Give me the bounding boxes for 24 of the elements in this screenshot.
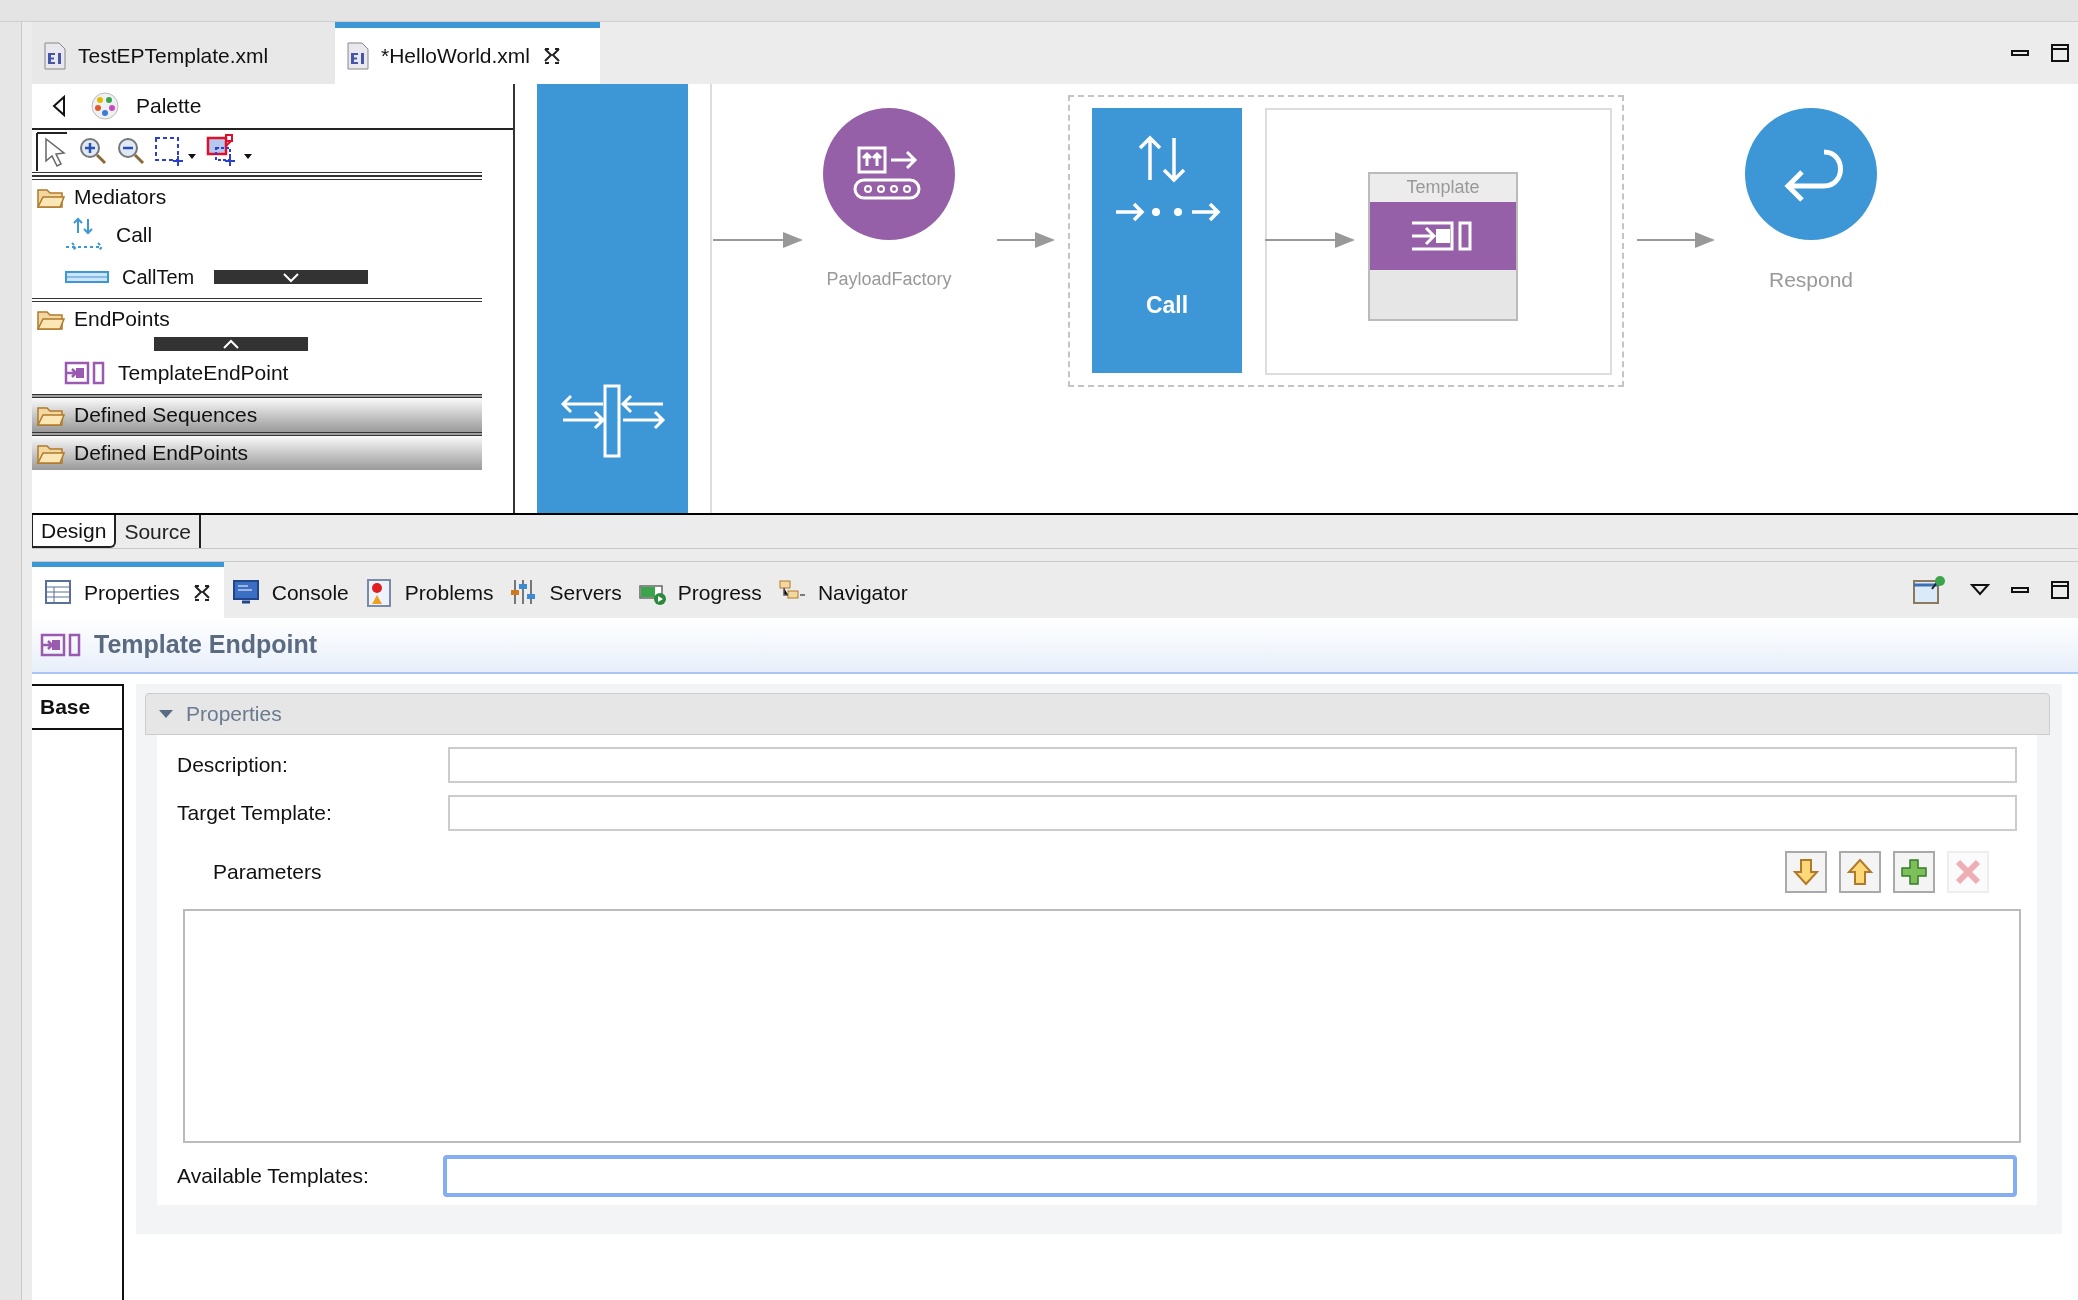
editor-mode-tab[interactable]: Design — [32, 515, 117, 548]
palette-title: Palette — [136, 93, 202, 120]
editor-tab[interactable]: *HelloWorld.xml — [335, 22, 600, 84]
palette-item[interactable]: TemplateEndPoint — [118, 357, 289, 389]
properties-title: Template Endpoint — [94, 629, 318, 661]
field-label: Description: — [177, 752, 289, 779]
view-tab[interactable]: Servers — [501, 562, 630, 618]
side-tab[interactable]: Base — [32, 684, 124, 730]
palette-drawer[interactable]: Defined EndPoints — [32, 432, 482, 470]
node-label: Respond — [1767, 267, 1855, 293]
palette-item[interactable]: Call — [116, 219, 153, 251]
node-label: PayloadFactory — [825, 268, 953, 291]
view-tab[interactable]: Navigator — [769, 562, 916, 618]
section-header[interactable]: Properties — [145, 693, 2050, 735]
field-label: Available Templates: — [177, 1163, 370, 1190]
parameters-label: Parameters — [213, 859, 322, 886]
view-tab[interactable]: Properties — [32, 562, 224, 618]
palette-drawer[interactable]: Defined Sequences — [32, 394, 482, 432]
view-tab[interactable]: Console — [223, 562, 357, 618]
editor-tab[interactable]: TestEPTemplate.xml — [32, 22, 335, 84]
view-tab[interactable]: Progress — [629, 562, 770, 618]
view-tab[interactable]: Problems — [356, 562, 502, 618]
palette-item[interactable]: CallTem — [122, 262, 195, 292]
field-label: Target Template: — [177, 800, 333, 827]
